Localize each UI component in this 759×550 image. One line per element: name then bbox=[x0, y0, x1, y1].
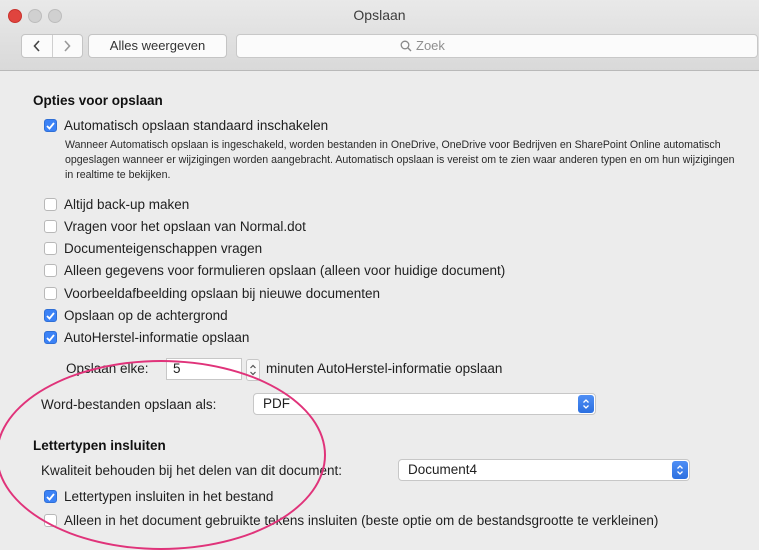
preferences-content: Opties voor opslaan Automatisch opslaan … bbox=[0, 71, 759, 547]
checkbox-option[interactable]: Altijd back-up maken bbox=[44, 197, 189, 212]
checkmark-icon bbox=[46, 311, 55, 320]
autorecover-interval-label: Opslaan elke: bbox=[66, 361, 149, 376]
option-checkbox[interactable] bbox=[44, 198, 57, 211]
checkbox-option[interactable]: Opslaan op de achtergrond bbox=[44, 308, 228, 323]
navigation-buttons bbox=[21, 34, 83, 58]
checkmark-icon bbox=[46, 492, 55, 501]
option-checkbox[interactable] bbox=[44, 331, 57, 344]
checkbox-option[interactable]: Vragen voor het opslaan van Normal.dot bbox=[44, 219, 306, 234]
minutes-stepper[interactable] bbox=[246, 359, 260, 381]
save-format-select[interactable]: PDF bbox=[253, 393, 596, 415]
save-options-title: Opties voor opslaan bbox=[33, 93, 163, 108]
embed-used-characters-label: Alleen in het document gebruikte tekens … bbox=[64, 513, 659, 528]
preferences-window: Opslaan Alles weergeven Zoek Opties voor… bbox=[0, 0, 759, 550]
back-button[interactable] bbox=[22, 35, 52, 57]
checkbox-option[interactable]: Voorbeeldafbeelding opslaan bij nieuwe d… bbox=[44, 286, 380, 301]
option-label: Opslaan op de achtergrond bbox=[64, 308, 228, 323]
select-arrow bbox=[672, 461, 688, 479]
autosave-checkbox[interactable] bbox=[44, 119, 57, 132]
embed-used-characters-checkbox[interactable] bbox=[44, 514, 57, 527]
save-format-value: PDF bbox=[263, 396, 290, 411]
option-label: Vragen voor het opslaan van Normal.dot bbox=[64, 219, 306, 234]
option-checkbox[interactable] bbox=[44, 309, 57, 322]
autorecover-suffix-label: minuten AutoHerstel-informatie opslaan bbox=[266, 361, 503, 376]
search-icon bbox=[400, 40, 412, 51]
show-all-button[interactable]: Alles weergeven bbox=[88, 34, 227, 58]
search-input[interactable]: Zoek bbox=[236, 34, 758, 58]
quality-document-select[interactable]: Document4 bbox=[398, 459, 690, 481]
option-label: Altijd back-up maken bbox=[64, 197, 190, 212]
search-placeholder: Zoek bbox=[416, 38, 445, 53]
checkbox-option[interactable]: Documenteigenschappen vragen bbox=[44, 241, 262, 256]
option-label: Documenteigenschappen vragen bbox=[64, 241, 263, 256]
embed-fonts-title: Lettertypen insluiten bbox=[33, 438, 166, 453]
option-checkbox[interactable] bbox=[44, 242, 57, 255]
select-arrow bbox=[578, 395, 594, 413]
autosave-option[interactable]: Automatisch opslaan standaard inschakele… bbox=[44, 118, 328, 133]
quality-label: Kwaliteit behouden bij het delen van dit… bbox=[41, 463, 342, 478]
chevron-right-icon bbox=[64, 40, 71, 52]
autosave-label: Automatisch opslaan standaard inschakele… bbox=[64, 118, 329, 133]
up-down-chevron-icon bbox=[583, 399, 589, 409]
option-label: Alleen gegevens voor formulieren opslaan… bbox=[64, 263, 506, 278]
option-checkbox[interactable] bbox=[44, 220, 57, 233]
embed-fonts-option[interactable]: Lettertypen insluiten in het bestand bbox=[44, 489, 273, 504]
embed-fonts-checkbox[interactable] bbox=[44, 490, 57, 503]
forward-button[interactable] bbox=[51, 35, 83, 57]
autorecover-minutes-field[interactable]: 5 bbox=[166, 358, 242, 380]
autosave-description: Wanneer Automatisch opslaan is ingeschak… bbox=[65, 139, 735, 181]
checkbox-option[interactable]: AutoHerstel-informatie opslaan bbox=[44, 330, 249, 345]
quality-document-value: Document4 bbox=[408, 462, 478, 477]
option-label: AutoHerstel-informatie opslaan bbox=[64, 330, 250, 345]
option-checkbox[interactable] bbox=[44, 264, 57, 277]
chevron-left-icon bbox=[33, 40, 40, 52]
title-bar: Opslaan Alles weergeven Zoek bbox=[0, 0, 759, 71]
up-down-chevron-icon bbox=[677, 465, 683, 475]
window-title: Opslaan bbox=[353, 7, 406, 23]
option-checkbox[interactable] bbox=[44, 287, 57, 300]
save-format-label: Word-bestanden opslaan als: bbox=[41, 397, 217, 412]
checkmark-icon bbox=[46, 121, 55, 130]
embed-used-characters-option[interactable]: Alleen in het document gebruikte tekens … bbox=[44, 513, 658, 528]
embed-fonts-label: Lettertypen insluiten in het bestand bbox=[64, 489, 274, 504]
checkbox-option[interactable]: Alleen gegevens voor formulieren opslaan… bbox=[44, 263, 505, 278]
stepper-arrows-icon bbox=[250, 364, 256, 376]
checkmark-icon bbox=[46, 333, 55, 342]
option-label: Voorbeeldafbeelding opslaan bij nieuwe d… bbox=[64, 286, 380, 301]
